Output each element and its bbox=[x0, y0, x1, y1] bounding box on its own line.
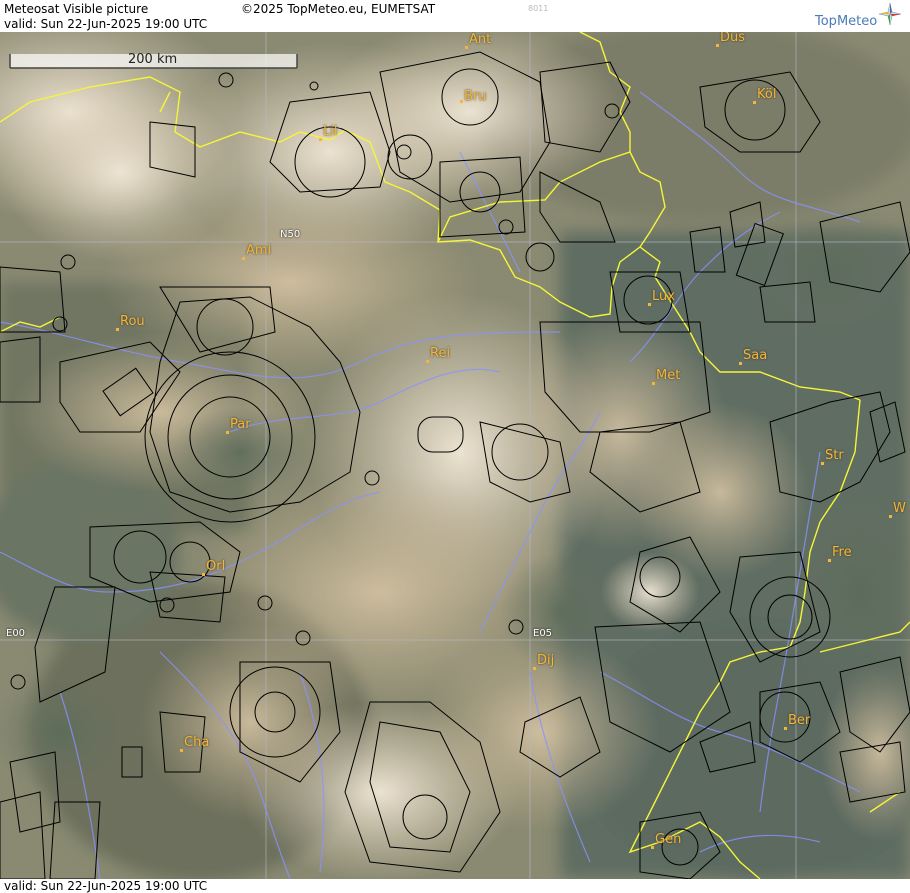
city-marker bbox=[716, 44, 719, 47]
city-label-luxembourg: Lux bbox=[652, 289, 675, 304]
map-canvas bbox=[0, 32, 910, 879]
city-marker bbox=[180, 749, 183, 752]
city-marker bbox=[651, 846, 654, 849]
city-marker bbox=[116, 328, 119, 331]
city-label-chateauroux: Cha bbox=[184, 735, 210, 750]
city-label-brussels: Bru bbox=[464, 89, 487, 104]
lon-label-e00: E00 bbox=[6, 628, 26, 639]
city-marker bbox=[821, 462, 824, 465]
city-marker bbox=[465, 46, 468, 49]
city-label-antwerp: Ant bbox=[469, 32, 492, 47]
city-label-orleans: Orl bbox=[206, 559, 226, 574]
scale-label: 200 km bbox=[128, 52, 178, 67]
city-marker bbox=[784, 727, 787, 730]
city-label-paris: Par bbox=[230, 417, 251, 432]
city-marker bbox=[226, 431, 229, 434]
city-marker bbox=[753, 101, 756, 104]
map-viewer: { "header": { "title": "Meteosat Visible… bbox=[0, 0, 910, 893]
city-label-koln: Köl bbox=[757, 87, 777, 102]
copyright: ©2025 TopMeteo.eu, EUMETSAT bbox=[241, 2, 436, 16]
city-label-dusseldorf: Düs bbox=[720, 32, 746, 45]
city-marker bbox=[828, 559, 831, 562]
city-marker bbox=[648, 303, 651, 306]
city-marker bbox=[652, 382, 655, 385]
city-marker bbox=[739, 362, 742, 365]
city-label-lille: Lil bbox=[323, 124, 338, 139]
satellite-map[interactable]: 200 km N50 E00 E05 Ant Düs Bru Köl Lil A… bbox=[0, 32, 910, 879]
city-marker bbox=[889, 515, 892, 518]
city-label-metz: Met bbox=[656, 368, 681, 383]
footer-valid-time: valid: Sun 22-Jun-2025 19:00 UTC bbox=[4, 879, 208, 893]
city-label-saarbrucken: Saa bbox=[743, 348, 768, 363]
lon-label-e05: E05 bbox=[533, 628, 553, 639]
city-marker bbox=[202, 573, 205, 576]
city-marker bbox=[533, 667, 536, 670]
city-label-rouen: Rou bbox=[120, 314, 145, 329]
city-label-w: W bbox=[893, 501, 906, 516]
city-marker bbox=[426, 360, 429, 363]
city-marker bbox=[460, 100, 463, 103]
city-label-dijon: Dij bbox=[537, 653, 555, 668]
city-label-strasbourg: Str bbox=[825, 448, 844, 463]
footer-bar: valid: Sun 22-Jun-2025 19:00 UTC bbox=[0, 879, 910, 893]
product-title: Meteosat Visible picture bbox=[4, 2, 149, 16]
valid-time: valid: Sun 22-Jun-2025 19:00 UTC bbox=[4, 17, 208, 31]
header-bar: Meteosat Visible picture valid: Sun 22-J… bbox=[0, 0, 910, 32]
city-label-bern: Ber bbox=[788, 713, 811, 728]
logo-compass-icon bbox=[878, 2, 902, 26]
city-marker bbox=[242, 257, 245, 260]
lat-label-n50: N50 bbox=[280, 229, 301, 240]
city-marker bbox=[319, 138, 322, 141]
city-label-reims: Rei bbox=[430, 346, 451, 361]
city-label-amiens: Ami bbox=[246, 243, 272, 258]
city-label-geneva: Gen bbox=[655, 832, 682, 847]
image-code: 8011 bbox=[528, 4, 549, 13]
city-label-freiburg: Fre bbox=[832, 545, 852, 560]
logo-text: TopMeteo bbox=[815, 14, 878, 29]
